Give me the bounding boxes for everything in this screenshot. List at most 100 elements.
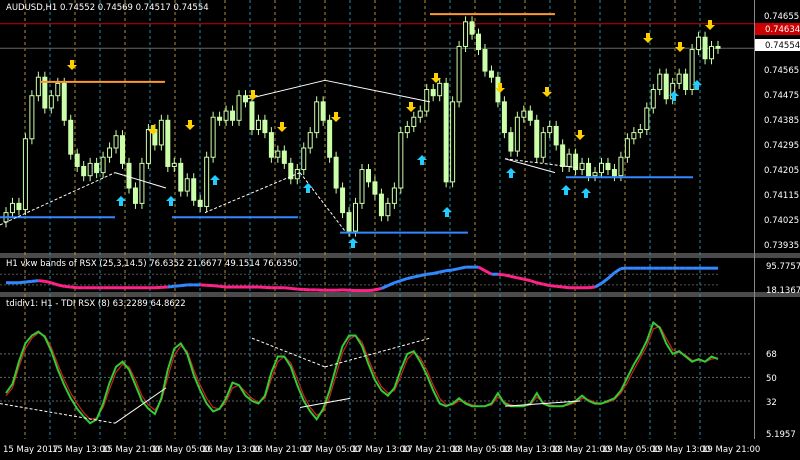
candle-body xyxy=(185,179,189,191)
candle-body xyxy=(587,163,591,175)
candle-body xyxy=(632,133,636,139)
band-segment xyxy=(168,286,174,287)
candle-body xyxy=(392,188,396,203)
candle-body xyxy=(108,148,112,157)
buy-arrow xyxy=(442,207,452,217)
candle-body xyxy=(218,117,222,120)
buy-arrow xyxy=(561,185,571,195)
candle-body xyxy=(231,111,235,120)
band-segment xyxy=(589,287,595,288)
candle-body xyxy=(140,163,144,203)
sell-arrow xyxy=(705,20,715,30)
candle-body xyxy=(528,111,532,120)
band-segment xyxy=(453,269,459,270)
candle-body xyxy=(295,170,299,179)
price-tick: 0.74385 xyxy=(764,116,799,126)
buy-arrow xyxy=(581,188,591,198)
candle-body xyxy=(535,120,539,157)
price-axis[interactable]: 0.74655 0.74565 0.74475 0.74385 0.74295 … xyxy=(755,12,800,251)
band-segment xyxy=(220,286,226,287)
candle-body xyxy=(36,77,40,95)
candle-body xyxy=(354,203,358,231)
sell-arrow xyxy=(406,102,416,112)
band-segment xyxy=(45,281,51,282)
sell-arrow xyxy=(643,33,653,43)
candle-body xyxy=(95,163,99,172)
trading-chart[interactable]: AUDUSD,H1 0.74552 0.74569 0.74517 0.7455… xyxy=(0,0,800,456)
candle-body xyxy=(645,108,649,130)
ind2-tick: 5.1957 xyxy=(766,430,796,440)
band-segment xyxy=(25,281,31,282)
candle-body xyxy=(328,120,332,157)
trend-line xyxy=(325,80,430,102)
ind1-tick: 18.1367 xyxy=(766,286,800,296)
band-segment xyxy=(601,278,607,283)
candle-body xyxy=(464,22,468,47)
candle-body xyxy=(405,126,409,132)
candle-body xyxy=(62,83,66,120)
band-segment xyxy=(543,284,549,285)
candle-body xyxy=(677,74,681,83)
sell-arrow xyxy=(575,130,585,140)
candle-body xyxy=(703,37,707,59)
candle-body xyxy=(23,139,27,210)
candle-body xyxy=(716,46,720,48)
candle-body xyxy=(347,213,351,231)
band-segment xyxy=(524,279,530,280)
candle-body xyxy=(625,139,629,157)
tdi-fast-line xyxy=(6,323,718,424)
candle-body xyxy=(133,188,137,203)
candle-body xyxy=(502,102,506,133)
candle-body xyxy=(75,154,79,166)
candle-body xyxy=(470,22,474,34)
candle-body xyxy=(192,179,196,201)
price-tick: 0.74475 xyxy=(764,91,799,101)
band-segment xyxy=(433,272,439,273)
candle-body xyxy=(541,133,545,158)
candle-body xyxy=(69,120,73,154)
band-segment xyxy=(498,274,504,275)
candle-body xyxy=(684,74,688,89)
candle-body xyxy=(451,102,455,182)
price-tick: 0.74025 xyxy=(764,216,799,226)
candle-body xyxy=(114,136,118,148)
band-segment xyxy=(504,275,510,276)
trend-line xyxy=(248,80,325,98)
candle-body xyxy=(282,151,286,163)
ask-price-label: 0.74634 xyxy=(765,25,800,35)
candle-body xyxy=(561,145,565,167)
price-tick: 0.74115 xyxy=(764,191,799,201)
ind1-tick: 95.7757 xyxy=(766,262,800,272)
price-tick: 0.74205 xyxy=(764,166,799,176)
band-segment xyxy=(368,290,374,291)
candle-body xyxy=(321,102,325,120)
time-axis[interactable]: 15 May 2017 15 May 13:00 15 May 21:00 16… xyxy=(3,445,760,455)
band-segment xyxy=(414,276,420,277)
sell-arrow xyxy=(185,120,195,130)
candle-body xyxy=(438,83,442,95)
band-segment xyxy=(485,271,491,275)
candle-body xyxy=(606,163,610,169)
band-segment xyxy=(407,277,413,278)
band-segment xyxy=(427,274,433,275)
candle-body xyxy=(205,157,209,206)
candle-body xyxy=(49,96,53,108)
candle-body xyxy=(651,90,655,108)
candle-body xyxy=(159,120,163,145)
candle-body xyxy=(121,136,125,164)
candle-body xyxy=(146,130,150,164)
band-segment xyxy=(174,286,180,287)
candle-body xyxy=(612,170,616,176)
candle-body xyxy=(269,133,273,158)
band-segment xyxy=(394,281,400,283)
price-tick: 0.74655 xyxy=(764,12,799,22)
band-segment xyxy=(64,286,70,287)
candle-body xyxy=(554,126,558,144)
price-tick: 0.74295 xyxy=(764,141,799,151)
band-segment xyxy=(511,276,517,277)
band-segment xyxy=(213,286,219,287)
candle-body xyxy=(418,111,422,117)
candle-body xyxy=(256,120,260,129)
candle-body xyxy=(567,154,571,166)
band-segment xyxy=(446,270,452,271)
